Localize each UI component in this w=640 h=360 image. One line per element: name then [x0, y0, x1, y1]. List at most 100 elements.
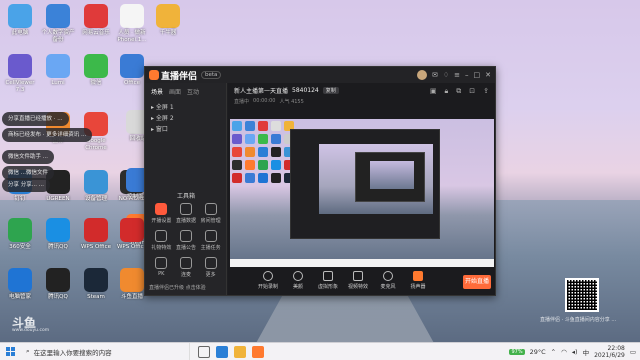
go-live-button[interactable]: 开始直播: [463, 275, 491, 289]
desktop-icon-label: 人员 · 做新 Phonei.1...: [117, 30, 147, 43]
notification-pill[interactable]: 微信文件助手 ...: [2, 150, 54, 164]
tab-interact[interactable]: 互动: [187, 87, 199, 96]
screenshot-icon[interactable]: ⊡: [469, 87, 475, 96]
minimize-icon[interactable]: –: [465, 71, 469, 79]
close-icon[interactable]: ✕: [485, 71, 491, 79]
folder-icon[interactable]: [234, 345, 246, 358]
desktop-icon-label: 斗鱼直播: [120, 294, 143, 300]
weather-temp[interactable]: 29°C: [530, 348, 546, 356]
record-icon: [263, 271, 273, 281]
desktop-icon[interactable]: 千牛器: [150, 4, 186, 37]
copy-button[interactable]: 复制: [322, 87, 339, 94]
more-icon: [204, 257, 217, 269]
live-companion-window: 直播伴侣 beta ✉ ♢ ≡ – □ ✕ 场景 画面 互动 ▸ 全屏 1 ▸ …: [144, 66, 496, 296]
avatar-button[interactable]: 虚拟形象: [318, 271, 338, 290]
app-logo-icon: [149, 70, 159, 80]
tool-item[interactable]: 开播设置: [149, 203, 174, 224]
chevron-up-icon[interactable]: ⌃: [551, 348, 556, 356]
desktop-icon-label: 此电脑: [11, 30, 29, 36]
mic-button[interactable]: 麦克风: [378, 271, 398, 290]
app-icon: [46, 54, 70, 78]
menu-icon[interactable]: ≡: [454, 71, 460, 79]
taskbar: ⌕ 在这里输入你要搜索的内容 97% 29°C ⌃ ◠ ◂) 中 22:08 2…: [0, 342, 640, 360]
desktop-icon[interactable]: 腾讯QQ: [40, 268, 76, 301]
gift-icon[interactable]: ♢: [443, 71, 449, 79]
record-button[interactable]: 开始录制: [258, 271, 278, 290]
preview-taskbar: [230, 259, 494, 267]
app-titlebar[interactable]: 直播伴侣 beta ✉ ♢ ≡ – □ ✕: [145, 67, 495, 83]
edge-icon[interactable]: [216, 345, 228, 358]
desktop-icon-label: 钉钉: [14, 196, 26, 202]
taskview-icon[interactable]: [198, 345, 210, 358]
maximize-icon[interactable]: □: [474, 71, 481, 79]
app-icon: [8, 4, 32, 28]
tool-item[interactable]: PK: [149, 257, 174, 278]
app-icon: [120, 218, 144, 242]
desktop-icon[interactable]: Steam: [78, 268, 114, 301]
desktop-icon[interactable]: 个人数字资产备份: [40, 4, 76, 43]
speaker-button[interactable]: 扬声器: [408, 271, 428, 290]
app-icon: [84, 218, 108, 242]
desktop-icon[interactable]: 电脑管家: [2, 268, 38, 301]
avatar[interactable]: [416, 70, 427, 80]
app-icon: [120, 268, 144, 292]
battery-badge[interactable]: 97%: [509, 348, 525, 355]
lock-icon[interactable]: 🔒︎: [445, 87, 449, 96]
message-icon[interactable]: ✉: [432, 71, 438, 79]
desktop-icon-label: 微信: [90, 80, 102, 86]
effects-button[interactable]: 视频特效: [348, 271, 368, 290]
desktop-icon-label: 腾讯QQ: [48, 294, 68, 300]
room-icon: [204, 203, 217, 215]
ime-indicator[interactable]: 中: [583, 347, 590, 357]
toolbox-grid: 开播设置 直播数据 房间管理 礼物特效 直播公告 主播任务 PK 连麦 更多: [149, 203, 223, 278]
notification-icon[interactable]: ▭: [630, 348, 636, 356]
desktop-icon[interactable]: 360安全: [2, 218, 38, 251]
taskbar-search[interactable]: ⌕ 在这里输入你要搜索的内容: [20, 342, 190, 360]
live-companion-taskbar-icon[interactable]: [252, 345, 264, 358]
beauty-button[interactable]: 美颜: [288, 271, 308, 290]
tool-item[interactable]: 房间管理: [198, 203, 223, 224]
desktop-icon[interactable]: 腾讯QQ: [40, 218, 76, 251]
notification-pill[interactable]: 分享 分享... ...: [2, 178, 50, 192]
tab-sources[interactable]: 画面: [169, 87, 181, 96]
tool-item[interactable]: 更多: [198, 257, 223, 278]
desktop-icon[interactable]: WPS Office: [78, 218, 114, 251]
layout-icon[interactable]: ▣: [430, 87, 437, 96]
desktop-icon[interactable]: 网易云音乐: [78, 4, 114, 37]
app-brand: 直播伴侣: [161, 71, 198, 82]
sidebar-footer[interactable]: 直播伴侣已升级 点击体验: [149, 284, 206, 291]
tool-item[interactable]: 主播任务: [198, 230, 223, 251]
tool-item[interactable]: 直播公告: [174, 230, 199, 251]
tool-item[interactable]: 直播数据: [174, 203, 199, 224]
volume-icon[interactable]: ◂): [572, 348, 578, 356]
desktop-icon[interactable]: Lumi: [40, 54, 76, 87]
notification-pill[interactable]: 分享直播已经播放 · ...: [2, 112, 69, 126]
desktop-icon[interactable]: 人员 · 做新 Phonei.1...: [114, 4, 150, 43]
stream-title[interactable]: 新人主播第一天直播: [234, 86, 288, 95]
notification-pill[interactable]: 商标已经发布 · 更多详细资讯 ...: [2, 128, 93, 142]
clock[interactable]: 22:08 2021/6/29: [594, 345, 625, 359]
desktop-icon-label: 电脑管家: [8, 294, 31, 300]
scene-item[interactable]: ▸ 全屏 1: [151, 102, 220, 113]
tab-scenes[interactable]: 场景: [151, 87, 163, 96]
douyu-url: www.douyu.com: [12, 328, 50, 333]
tool-item[interactable]: 连麦: [174, 257, 199, 278]
tool-item[interactable]: 礼物特效: [149, 230, 174, 251]
preview-nested-window: [290, 129, 440, 239]
desktop-icon-label: 设备管理: [84, 196, 107, 202]
share-icon[interactable]: ⇪: [483, 87, 489, 96]
desktop-icon[interactable]: 微信: [78, 54, 114, 87]
network-icon[interactable]: ◠: [561, 348, 567, 356]
desktop-icon-label: WPS Office: [80, 244, 112, 250]
desktop-icon[interactable]: 此电脑: [2, 4, 38, 37]
gift-icon: [155, 230, 168, 242]
start-button[interactable]: [0, 343, 20, 360]
desktop-icon[interactable]: 设备管理: [78, 170, 114, 203]
app-icon: [120, 54, 144, 78]
copy-icon[interactable]: ⧉: [456, 87, 461, 96]
scene-item[interactable]: ▸ 窗口: [151, 124, 220, 135]
stream-preview[interactable]: [230, 119, 494, 267]
desktop-icon[interactable]: CellViewer 7.3: [2, 54, 38, 93]
clock-date: 2021/6/29: [594, 351, 625, 359]
scene-item[interactable]: ▸ 全屏 2: [151, 113, 220, 124]
